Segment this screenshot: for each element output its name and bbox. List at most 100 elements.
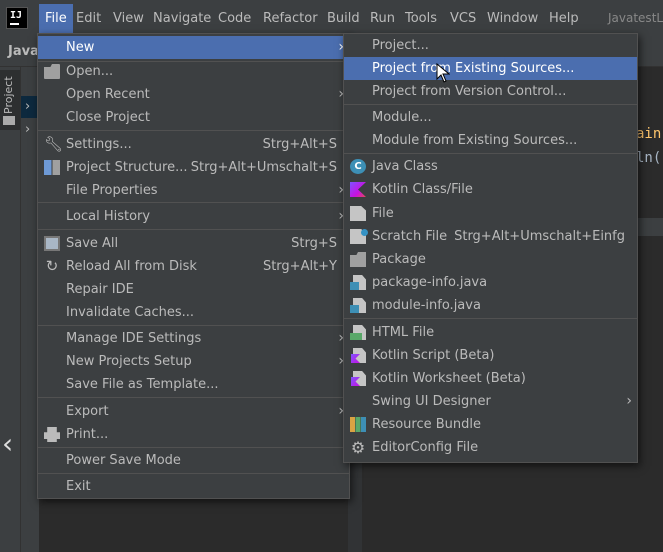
- menu-build[interactable]: Build: [327, 9, 360, 29]
- menu-item-package[interactable]: Package: [344, 248, 637, 271]
- code-text: ln(: [636, 150, 662, 166]
- menu-item-project-from-existing-sources[interactable]: Project from Existing Sources...: [344, 57, 637, 80]
- menu-item-package-info[interactable]: package-info.java: [344, 271, 637, 294]
- menu-item-label: New Projects Setup: [66, 354, 192, 369]
- menu-item-module[interactable]: Module...: [344, 106, 637, 129]
- shortcut-label: Strg+Alt+Umschalt+Einfg: [454, 229, 625, 244]
- menu-item-project-structure[interactable]: Project Structure... Strg+Alt+Umschalt+S: [38, 156, 349, 179]
- folder-icon: [44, 64, 60, 79]
- menu-item-power-save-mode[interactable]: Power Save Mode: [38, 449, 349, 472]
- menu-item-kotlin-class[interactable]: Kotlin Class/File: [344, 178, 637, 201]
- menu-navigate[interactable]: Navigate: [153, 9, 211, 29]
- intellij-logo-icon[interactable]: IJ: [6, 7, 28, 29]
- separator: [344, 104, 637, 105]
- resource-bundle-icon: [350, 417, 366, 432]
- menu-item-project-from-vcs[interactable]: Project from Version Control...: [344, 80, 637, 103]
- separator: [38, 325, 349, 326]
- menu-help[interactable]: Help: [549, 9, 579, 29]
- menu-item-new-projects-setup[interactable]: New Projects Setup ›: [38, 350, 349, 373]
- menu-item-save-all[interactable]: Save All Strg+S: [38, 232, 349, 255]
- folder-icon: [3, 116, 15, 125]
- menu-item-label: Repair IDE: [66, 282, 134, 297]
- menu-item-swing-ui-designer[interactable]: Swing UI Designer ›: [344, 390, 637, 413]
- menu-item-label: Swing UI Designer: [372, 394, 491, 409]
- menu-item-kotlin-worksheet[interactable]: Kotlin Worksheet (Beta): [344, 367, 637, 390]
- menu-item-exit[interactable]: Exit: [38, 475, 349, 498]
- menu-item-label: Resource Bundle: [372, 417, 482, 432]
- menu-edit[interactable]: Edit: [76, 9, 101, 29]
- menu-vcs[interactable]: VCS: [450, 9, 476, 29]
- shortcut-label: Strg+S: [291, 236, 337, 251]
- menu-item-new[interactable]: New ›: [38, 36, 349, 59]
- menu-item-file[interactable]: File: [344, 202, 637, 225]
- menu-item-html-file[interactable]: HTML File: [344, 321, 637, 344]
- menu-item-kotlin-script[interactable]: Kotlin Script (Beta): [344, 344, 637, 367]
- separator: [38, 229, 349, 230]
- menu-item-project[interactable]: Project...: [344, 34, 637, 57]
- menu-item-label: Manage IDE Settings: [66, 331, 202, 346]
- window-title: JavatestL: [608, 11, 663, 25]
- menu-item-manage-ide-settings[interactable]: Manage IDE Settings ›: [38, 327, 349, 350]
- menu-item-label: Close Project: [66, 110, 151, 125]
- menu-item-scratch-file[interactable]: Scratch File Strg+Alt+Umschalt+Einfg: [344, 225, 637, 248]
- menu-item-label: Exit: [66, 479, 91, 494]
- menu-item-label: Scratch File: [372, 229, 448, 244]
- scratch-file-icon: [350, 229, 368, 244]
- menu-code[interactable]: Code: [218, 9, 251, 29]
- menu-item-label: File Properties: [66, 183, 158, 198]
- separator: [344, 153, 637, 154]
- menu-item-file-properties[interactable]: File Properties ›: [38, 179, 349, 202]
- menu-item-label: Package: [372, 252, 426, 267]
- save-icon: [44, 236, 60, 251]
- menu-item-java-class[interactable]: C Java Class: [344, 155, 637, 178]
- menu-item-label: Settings...: [66, 137, 132, 152]
- code-text: ain: [636, 126, 662, 142]
- chevron-right-icon[interactable]: ›: [25, 122, 30, 137]
- html-file-icon: [350, 325, 366, 340]
- menu-item-print[interactable]: Print...: [38, 423, 349, 446]
- menu-item-label: Save All: [66, 236, 119, 251]
- menu-item-label: Reload All from Disk: [66, 259, 197, 274]
- menu-view[interactable]: View: [113, 9, 144, 29]
- menu-item-open[interactable]: Open...: [38, 60, 349, 83]
- shortcut-label: Strg+Alt+Umschalt+S: [190, 160, 337, 175]
- menu-run[interactable]: Run: [370, 9, 395, 29]
- reload-icon: ↻: [45, 257, 59, 275]
- menu-item-open-recent[interactable]: Open Recent ›: [38, 83, 349, 106]
- menu-item-label: Kotlin Script (Beta): [372, 348, 495, 363]
- menu-file[interactable]: File: [39, 4, 73, 34]
- menu-item-module-info[interactable]: module-info.java: [344, 294, 637, 317]
- menu-refactor[interactable]: Refactor: [263, 9, 318, 29]
- kotlin-script-icon: [350, 348, 366, 363]
- menu-item-local-history[interactable]: Local History ›: [38, 205, 349, 228]
- shortcut-label: Strg+Alt+Y: [262, 259, 337, 274]
- menu-item-label: module-info.java: [372, 298, 481, 313]
- menu-item-export[interactable]: Export ›: [38, 400, 349, 423]
- separator: [38, 130, 349, 131]
- wrench-icon: 🔧︎: [44, 135, 64, 153]
- menu-item-invalidate-caches[interactable]: Invalidate Caches...: [38, 301, 349, 324]
- chevron-right-icon[interactable]: ›: [25, 99, 30, 114]
- menu-item-label: Project from Version Control...: [372, 84, 567, 99]
- menu-item-editorconfig-file[interactable]: ⚙ EditorConfig File: [344, 436, 637, 459]
- back-arrow-icon[interactable]: ‹: [2, 427, 13, 460]
- kotlin-icon: [350, 182, 366, 197]
- menu-item-settings[interactable]: 🔧︎ Settings... Strg+Alt+S: [38, 133, 349, 156]
- menu-item-label: Module...: [372, 110, 432, 125]
- menu-item-reload-all[interactable]: ↻ Reload All from Disk Strg+Alt+Y: [38, 255, 349, 278]
- menu-item-save-file-as-template[interactable]: Save File as Template...: [38, 373, 349, 396]
- menu-item-resource-bundle[interactable]: Resource Bundle: [344, 413, 637, 436]
- menu-item-module-from-existing-sources[interactable]: Module from Existing Sources...: [344, 129, 637, 152]
- menu-item-close-project[interactable]: Close Project: [38, 106, 349, 129]
- menu-item-label: package-info.java: [372, 275, 488, 290]
- menu-item-label: Project from Existing Sources...: [372, 61, 575, 76]
- separator: [38, 202, 349, 203]
- menu-item-repair-ide[interactable]: Repair IDE: [38, 278, 349, 301]
- menu-tools[interactable]: Tools: [405, 9, 437, 29]
- menu-item-label: File: [372, 206, 394, 221]
- menu-item-label: New: [66, 40, 95, 55]
- print-icon: [44, 427, 60, 442]
- menu-item-label: Open Recent: [66, 87, 150, 102]
- file-menu: New › Open... Open Recent › Close Projec…: [37, 33, 350, 499]
- menu-window[interactable]: Window: [487, 9, 538, 29]
